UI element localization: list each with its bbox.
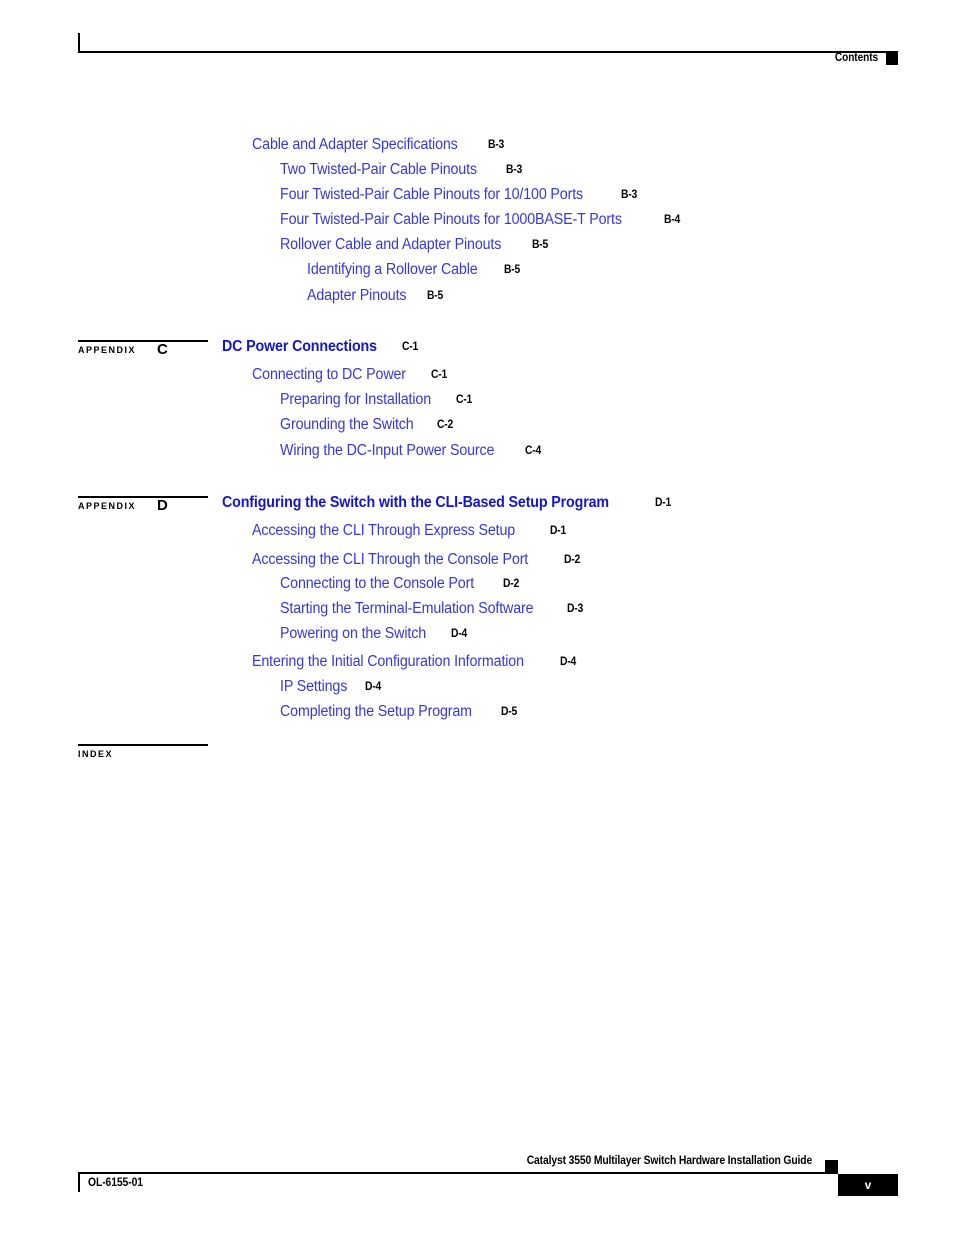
toc-entry-page-number: C-1 — [431, 369, 448, 381]
part-marker-label: Index — [78, 749, 114, 759]
part-marker-label: Appendix — [78, 501, 137, 511]
toc-entry-title[interactable]: Configuring the Switch with the CLI-Base… — [222, 495, 609, 511]
toc-entry[interactable]: Entering the Initial Configuration Infor… — [252, 654, 577, 670]
toc-entry[interactable]: Adapter Pinouts B-5 — [307, 288, 445, 304]
footer-rule — [78, 1172, 838, 1174]
toc-entry-title[interactable]: Cable and Adapter Specifications — [252, 137, 458, 153]
toc-entry-title[interactable]: Entering the Initial Configuration Infor… — [252, 654, 524, 670]
toc-entry-page-number: B-3 — [621, 189, 638, 201]
toc-entry[interactable]: Two Twisted-Pair Cable Pinouts B-3 — [280, 162, 524, 178]
part-marker-rule — [78, 340, 208, 342]
toc-entry-page-number: B-4 — [663, 214, 680, 226]
toc-entry-title[interactable]: DC Power Connections — [222, 339, 377, 355]
toc-entry[interactable]: Connecting to DC Power C-1 — [252, 367, 449, 383]
toc-entry[interactable]: Connecting to the Console Port D-2 — [280, 576, 521, 592]
toc-entry[interactable]: Completing the Setup Program D-5 — [280, 704, 519, 720]
toc-entry[interactable]: Configuring the Switch with the CLI-Base… — [222, 495, 673, 511]
toc-entry-page-number: C-2 — [437, 419, 454, 431]
toc-entry[interactable]: Accessing the CLI Through Express Setup D… — [252, 523, 568, 539]
toc-entry-page-number: D-4 — [559, 656, 576, 668]
toc-entry-title[interactable]: Identifying a Rollover Cable — [307, 262, 478, 278]
toc-entry-title[interactable]: Preparing for Installation — [280, 392, 431, 408]
toc-entry-page-number: D-2 — [564, 554, 581, 566]
header-left-tick — [78, 33, 80, 53]
part-marker-letter: D — [157, 497, 168, 514]
toc-entry-title[interactable]: Connecting to DC Power — [252, 367, 406, 383]
footer-page-number: v — [838, 1174, 898, 1196]
toc-entry-page-number: D-3 — [567, 603, 584, 615]
toc-entry-title[interactable]: Rollover Cable and Adapter Pinouts — [280, 237, 501, 253]
toc-entry[interactable]: Cable and Adapter Specifications B-3 — [252, 137, 505, 153]
toc-entry-title[interactable]: Connecting to the Console Port — [280, 576, 474, 592]
toc-entry[interactable]: Identifying a Rollover Cable B-5 — [307, 262, 522, 278]
header-rule — [78, 51, 898, 53]
toc-entry-page-number: B-5 — [427, 290, 444, 302]
footer-doc-number: OL-6155-01 — [88, 1177, 143, 1189]
footer-guide-title: Catalyst 3550 Multilayer Switch Hardware… — [526, 1155, 813, 1167]
toc-entry-page-number: C-1 — [402, 341, 419, 353]
toc-entry[interactable]: Four Twisted-Pair Cable Pinouts for 10/1… — [280, 187, 639, 203]
toc-entry-page-number: B-5 — [532, 239, 549, 251]
toc-entry-title[interactable]: Starting the Terminal-Emulation Software — [280, 601, 534, 617]
toc-entry-page-number: B-3 — [487, 139, 504, 151]
toc-entry-page-number: D-1 — [549, 525, 567, 537]
page-header: Contents — [78, 33, 898, 65]
toc-entry[interactable]: DC Power Connections C-1 — [222, 339, 420, 355]
toc-entry[interactable]: Preparing for Installation C-1 — [280, 392, 474, 408]
toc-entry[interactable]: Four Twisted-Pair Cable Pinouts for 1000… — [280, 212, 682, 228]
toc-entry-title[interactable]: Two Twisted-Pair Cable Pinouts — [280, 162, 477, 178]
toc-entry-title[interactable]: Wiring the DC-Input Power Source — [280, 443, 494, 459]
toc-entry-title[interactable]: Completing the Setup Program — [280, 704, 472, 720]
part-marker-rule — [78, 744, 208, 746]
toc-entry-page-number: D-1 — [654, 497, 671, 509]
toc-entry-title[interactable]: Accessing the CLI Through Express Setup — [252, 523, 515, 539]
footer-left-tick — [78, 1172, 80, 1192]
toc-entry-page-number: B-5 — [504, 264, 521, 276]
header-square-icon — [886, 53, 898, 65]
toc-entry-page-number: C-1 — [456, 394, 473, 406]
toc-entry[interactable]: Rollover Cable and Adapter Pinouts B-5 — [280, 237, 550, 253]
toc-entry-title[interactable]: Four Twisted-Pair Cable Pinouts for 10/1… — [280, 187, 583, 203]
toc-entry-page-number: D-5 — [500, 706, 517, 718]
toc-entry[interactable]: Wiring the DC-Input Power Source C-4 — [280, 443, 543, 459]
toc-entry-page-number: B-3 — [506, 164, 523, 176]
part-marker-rule — [78, 496, 208, 498]
toc-entry-title[interactable]: Four Twisted-Pair Cable Pinouts for 1000… — [280, 212, 622, 228]
toc-entry-page-number: D-4 — [450, 628, 467, 640]
toc-entry[interactable]: Grounding the Switch C-2 — [280, 417, 455, 433]
toc-entry-page-number: C-4 — [524, 445, 542, 457]
toc-entry[interactable]: Powering on the Switch D-4 — [280, 626, 469, 642]
toc-entry[interactable]: Starting the Terminal-Emulation Software… — [280, 601, 585, 617]
toc-entry-title[interactable]: Powering on the Switch — [280, 626, 426, 642]
part-marker-label: Appendix — [78, 345, 137, 355]
toc-entry-title[interactable]: Adapter Pinouts — [307, 288, 407, 304]
part-marker-letter: C — [157, 341, 168, 358]
toc-entry-page-number: D-4 — [365, 681, 382, 693]
toc-entry-page-number: D-2 — [502, 578, 520, 590]
toc-entry-title[interactable]: Grounding the Switch — [280, 417, 414, 433]
header-title: Contents — [834, 52, 878, 64]
toc-entry-title[interactable]: IP Settings — [280, 679, 347, 695]
toc-entry[interactable]: IP Settings D-4 — [280, 679, 383, 695]
toc-entry[interactable]: Accessing the CLI Through the Console Po… — [252, 552, 582, 568]
toc-entry-title[interactable]: Accessing the CLI Through the Console Po… — [252, 552, 528, 568]
page-footer: Catalyst 3550 Multilayer Switch Hardware… — [78, 1155, 900, 1200]
